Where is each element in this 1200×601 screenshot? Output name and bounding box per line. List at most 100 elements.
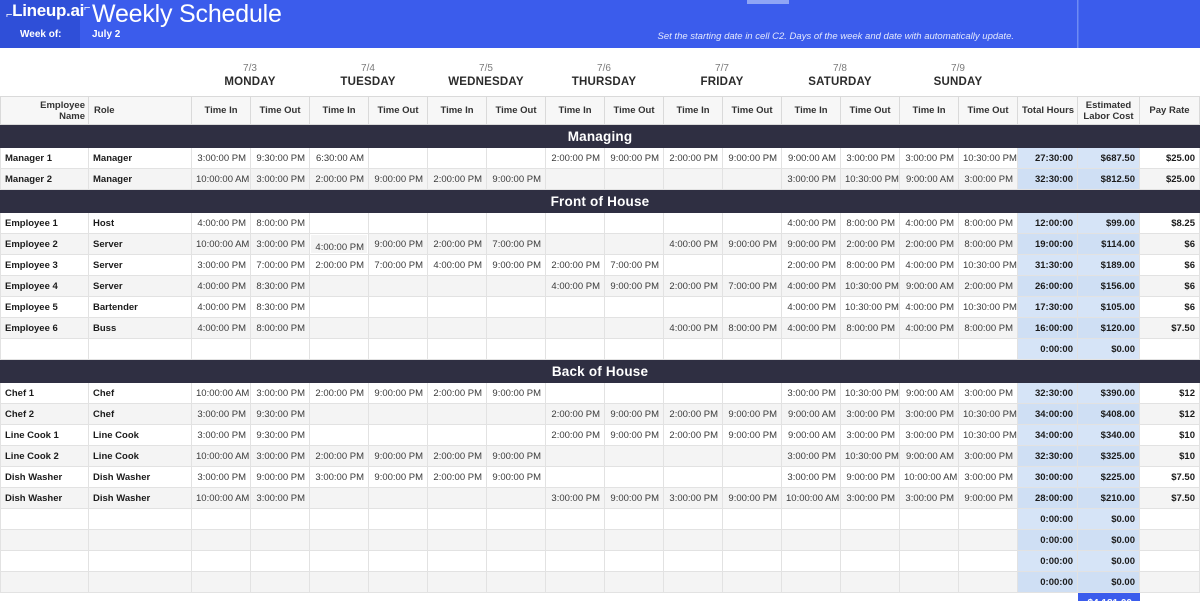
time-in-cell-day0[interactable]: 10:00:00 AM — [191, 168, 251, 190]
time-out-cell-day5[interactable] — [840, 338, 900, 360]
total-hours-cell[interactable]: 17:30:00 — [1017, 296, 1078, 318]
time-out-cell-day5[interactable]: 8:00:00 PM — [840, 254, 900, 276]
time-in-cell-day1[interactable] — [309, 403, 369, 425]
role-cell[interactable]: Server — [88, 254, 192, 276]
time-out-cell-day4[interactable] — [722, 445, 782, 467]
role-cell[interactable] — [88, 529, 192, 551]
time-out-cell-day0[interactable] — [250, 529, 310, 551]
total-hours-cell[interactable]: 0:00:00 — [1017, 529, 1078, 551]
time-out-cell-day0[interactable]: 9:30:00 PM — [250, 424, 310, 446]
time-out-cell-day5[interactable] — [840, 508, 900, 530]
time-out-cell-day0[interactable] — [250, 338, 310, 360]
time-in-cell-day4[interactable] — [663, 296, 723, 318]
role-cell[interactable]: Line Cook — [88, 424, 192, 446]
pay-rate-cell[interactable]: $7.50 — [1139, 487, 1200, 509]
pay-rate-cell[interactable]: $6 — [1139, 296, 1200, 318]
role-cell[interactable] — [88, 571, 192, 593]
time-in-cell-day2[interactable] — [427, 338, 487, 360]
time-out-cell-day4[interactable] — [722, 212, 782, 234]
time-in-cell-day3[interactable] — [545, 338, 605, 360]
time-in-cell-day0[interactable]: 10:00:00 AM — [191, 445, 251, 467]
time-in-cell-day5[interactable]: 2:00:00 PM — [781, 254, 841, 276]
time-out-cell-day4[interactable]: 9:00:00 PM — [722, 403, 782, 425]
time-in-cell-day4[interactable] — [663, 254, 723, 276]
time-in-cell-day0[interactable]: 4:00:00 PM — [191, 317, 251, 339]
time-out-cell-day5[interactable] — [840, 550, 900, 572]
time-out-cell-day2[interactable] — [486, 147, 546, 169]
total-hours-cell[interactable]: 12:00:00 — [1017, 212, 1078, 234]
total-hours-cell[interactable]: 0:00:00 — [1017, 508, 1078, 530]
table-row[interactable]: Employee 2 Server 10:00:00 AM 3:00:00 PM 4:0… — [0, 233, 1200, 255]
pay-rate-cell[interactable] — [1139, 338, 1200, 360]
time-in-cell-day2[interactable] — [427, 317, 487, 339]
pay-rate-cell[interactable]: $7.50 — [1139, 317, 1200, 339]
time-in-cell-day6[interactable]: 9:00:00 AM — [899, 382, 959, 404]
time-out-cell-day6[interactable]: 10:30:00 PM — [958, 147, 1018, 169]
time-out-cell-day6[interactable]: 10:30:00 PM — [958, 403, 1018, 425]
time-in-cell-day2[interactable] — [427, 508, 487, 530]
time-in-cell-day5[interactable]: 9:00:00 AM — [781, 403, 841, 425]
role-cell[interactable]: Server — [88, 275, 192, 297]
time-in-cell-day5[interactable]: 9:00:00 PM — [781, 233, 841, 255]
role-cell[interactable] — [88, 550, 192, 572]
time-out-cell-day1[interactable]: 9:00:00 PM — [368, 382, 428, 404]
time-in-cell-day3[interactable] — [545, 296, 605, 318]
time-in-cell-day6[interactable]: 9:00:00 AM — [899, 275, 959, 297]
estimated-labor-cost-cell[interactable]: $0.00 — [1077, 550, 1140, 572]
time-in-cell-day1[interactable] — [309, 529, 369, 551]
time-out-cell-day3[interactable]: 7:00:00 PM — [604, 254, 664, 276]
time-in-cell-day3[interactable] — [545, 212, 605, 234]
time-in-cell-day1[interactable]: 2:00:00 PM — [309, 254, 369, 276]
role-cell[interactable]: Chef — [88, 382, 192, 404]
time-out-cell-day3[interactable]: 9:00:00 PM — [604, 403, 664, 425]
time-in-cell-day6[interactable] — [899, 529, 959, 551]
estimated-labor-cost-cell[interactable]: $189.00 — [1077, 254, 1140, 276]
time-in-cell-day4[interactable] — [663, 168, 723, 190]
employee-name-cell[interactable]: Employee 6 — [0, 317, 89, 339]
time-out-cell-day5[interactable]: 3:00:00 PM — [840, 424, 900, 446]
time-out-cell-day4[interactable]: 8:00:00 PM — [722, 317, 782, 339]
time-in-cell-day3[interactable]: 2:00:00 PM — [545, 403, 605, 425]
pay-rate-cell[interactable]: $25.00 — [1139, 168, 1200, 190]
time-out-cell-day1[interactable] — [368, 508, 428, 530]
time-out-cell-day6[interactable]: 3:00:00 PM — [958, 168, 1018, 190]
time-in-cell-day3[interactable] — [545, 382, 605, 404]
table-row[interactable]: Manager 1 Manager 3:00:00 PM 9:30:00 PM 6:30… — [0, 147, 1200, 169]
time-out-cell-day0[interactable]: 8:30:00 PM — [250, 275, 310, 297]
total-hours-cell[interactable]: 28:00:00 — [1017, 487, 1078, 509]
time-out-cell-day5[interactable]: 3:00:00 PM — [840, 403, 900, 425]
time-out-cell-day4[interactable] — [722, 254, 782, 276]
time-in-cell-day0[interactable] — [191, 529, 251, 551]
total-hours-cell[interactable]: 16:00:00 — [1017, 317, 1078, 339]
time-in-cell-day5[interactable]: 3:00:00 PM — [781, 168, 841, 190]
employee-name-cell[interactable]: Line Cook 1 — [0, 424, 89, 446]
time-in-cell-day4[interactable] — [663, 338, 723, 360]
employee-name-cell[interactable]: Manager 2 — [0, 168, 89, 190]
time-in-cell-day0[interactable]: 3:00:00 PM — [191, 147, 251, 169]
total-hours-cell[interactable]: 31:30:00 — [1017, 254, 1078, 276]
time-out-cell-day0[interactable]: 9:30:00 PM — [250, 147, 310, 169]
employee-name-cell[interactable]: Employee 4 — [0, 275, 89, 297]
time-out-cell-day1[interactable]: 7:00:00 PM — [368, 254, 428, 276]
time-out-cell-day6[interactable] — [958, 508, 1018, 530]
table-row[interactable]: Line Cook 2 Line Cook 10:00:00 AM 3:00:00 P… — [0, 445, 1200, 467]
time-out-cell-day0[interactable]: 3:00:00 PM — [250, 487, 310, 509]
role-cell[interactable] — [88, 508, 192, 530]
time-in-cell-day2[interactable]: 2:00:00 PM — [427, 382, 487, 404]
table-row[interactable]: Dish Washer Dish Washer 3:00:00 PM 9:00:00 … — [0, 466, 1200, 488]
time-in-cell-day4[interactable] — [663, 445, 723, 467]
time-out-cell-day2[interactable] — [486, 403, 546, 425]
time-in-cell-day1[interactable]: 4:00:00 PM — [309, 233, 369, 255]
time-out-cell-day3[interactable] — [604, 571, 664, 593]
time-in-cell-day2[interactable] — [427, 212, 487, 234]
time-out-cell-day4[interactable] — [722, 571, 782, 593]
time-out-cell-day0[interactable]: 3:00:00 PM — [250, 168, 310, 190]
total-hours-cell[interactable]: 26:00:00 — [1017, 275, 1078, 297]
employee-name-cell[interactable] — [0, 550, 89, 572]
time-out-cell-day6[interactable]: 2:00:00 PM — [958, 275, 1018, 297]
time-out-cell-day2[interactable] — [486, 508, 546, 530]
time-in-cell-day2[interactable]: 2:00:00 PM — [427, 233, 487, 255]
time-out-cell-day0[interactable] — [250, 571, 310, 593]
time-out-cell-day5[interactable]: 9:00:00 PM — [840, 466, 900, 488]
time-in-cell-day0[interactable]: 4:00:00 PM — [191, 296, 251, 318]
